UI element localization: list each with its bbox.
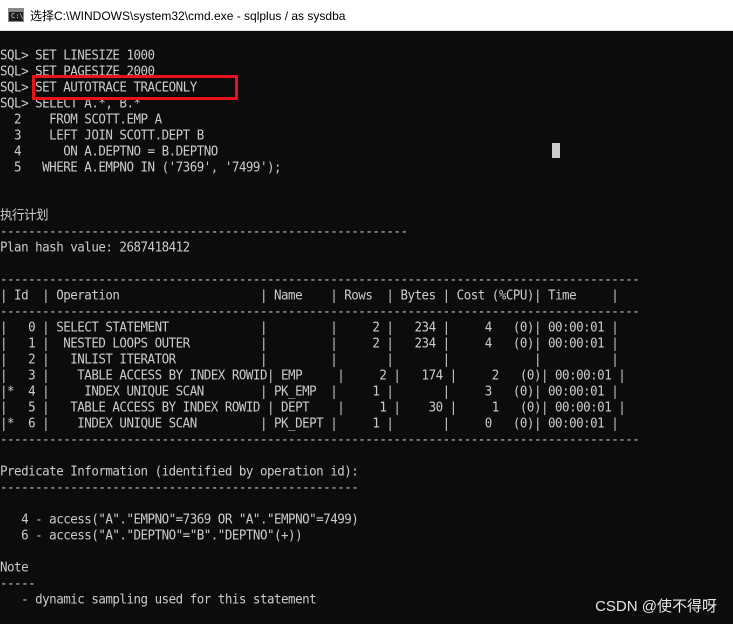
terminal-line: | 3 | TABLE ACCESS BY INDEX ROWID| EMP |… bbox=[0, 367, 626, 383]
terminal-line: ----------------------------------------… bbox=[0, 479, 359, 495]
terminal-line: 4 ON A.DEPTNO = B.DEPTNO bbox=[0, 143, 218, 159]
terminal-line: |* 4 | INDEX UNIQUE SCAN | PK_EMP | 1 | … bbox=[0, 383, 619, 399]
terminal-line: Note bbox=[0, 559, 29, 575]
terminal-line: | 1 | NESTED LOOPS OUTER | | 2 | 234 | 4… bbox=[0, 335, 619, 351]
terminal-line: ----- bbox=[0, 575, 36, 591]
cmd-icon: C:\ bbox=[8, 8, 24, 22]
text-cursor bbox=[552, 143, 560, 158]
terminal-line: Predicate Information (identified by ope… bbox=[0, 463, 359, 479]
terminal-output[interactable]: SQL> SET LINESIZE 1000 SQL> SET PAGESIZE … bbox=[0, 31, 733, 624]
terminal-line: ----------------------------------------… bbox=[0, 431, 640, 447]
terminal-line: | 5 | TABLE ACCESS BY INDEX ROWID | DEPT… bbox=[0, 399, 626, 415]
terminal-line: | 0 | SELECT STATEMENT | | 2 | 234 | 4 (… bbox=[0, 319, 619, 335]
terminal-line: 3 LEFT JOIN SCOTT.DEPT B bbox=[0, 127, 204, 143]
terminal-line: Plan hash value: 2687418412 bbox=[0, 239, 190, 255]
highlight-box bbox=[32, 75, 238, 100]
terminal-line: 2 FROM SCOTT.EMP A bbox=[0, 111, 162, 127]
watermark: CSDN @使不得呀 bbox=[595, 598, 717, 615]
terminal-line: 6 - access("A"."DEPTNO"="B"."DEPTNO"(+)) bbox=[0, 527, 303, 543]
terminal-line: 4 - access("A"."EMPNO"=7369 OR "A"."EMPN… bbox=[0, 511, 359, 527]
window-title: 选择C:\WINDOWS\system32\cmd.exe - sqlplus … bbox=[30, 8, 346, 23]
terminal-line: ----------------------------------------… bbox=[0, 303, 640, 319]
terminal-line: | Id | Operation | Name | Rows | Bytes |… bbox=[0, 287, 619, 303]
terminal-line: |* 6 | INDEX UNIQUE SCAN | PK_DEPT | 1 |… bbox=[0, 415, 619, 431]
window-titlebar[interactable]: C:\ 选择C:\WINDOWS\system32\cmd.exe - sqlp… bbox=[0, 0, 733, 31]
terminal-line: SQL> SET LINESIZE 1000 bbox=[0, 47, 155, 63]
terminal-line: 执行计划 bbox=[0, 207, 49, 223]
terminal-line: 5 WHERE A.EMPNO IN ('7369', '7499'); bbox=[0, 159, 282, 175]
terminal-line: ----------------------------------------… bbox=[0, 223, 408, 239]
terminal-line: - dynamic sampling used for this stateme… bbox=[0, 591, 317, 607]
terminal-line: | 2 | INLIST ITERATOR | | | | | | bbox=[0, 351, 619, 367]
terminal-line: ----------------------------------------… bbox=[0, 271, 640, 287]
